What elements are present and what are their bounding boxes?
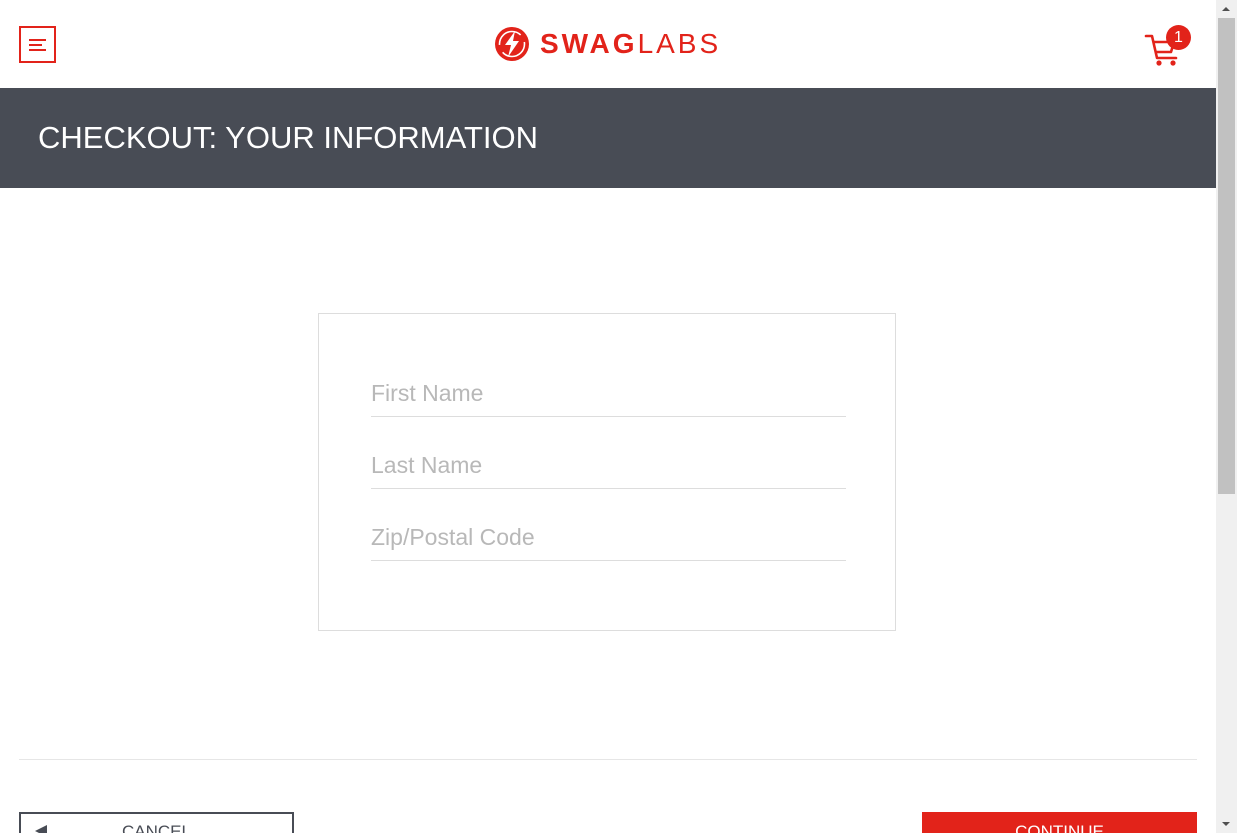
vertical-scrollbar[interactable] <box>1216 0 1237 833</box>
continue-label: CONTINUE <box>1015 822 1104 833</box>
continue-button[interactable]: CONTINUE <box>922 812 1197 833</box>
cart-badge: 1 <box>1166 25 1191 50</box>
postal-code-input[interactable] <box>371 515 846 561</box>
menu-icon-line <box>29 49 46 51</box>
cancel-label: CANCEL <box>122 822 191 833</box>
app-header: SWAGLABS 1 <box>0 0 1216 88</box>
menu-button[interactable] <box>19 26 56 63</box>
logo-text: SWAGLABS <box>540 26 721 62</box>
first-name-input[interactable] <box>371 371 846 417</box>
menu-icon-line <box>29 39 46 41</box>
scroll-up-arrow-icon[interactable] <box>1216 0 1237 17</box>
page-title: CHECKOUT: YOUR INFORMATION <box>38 120 539 155</box>
scroll-down-arrow-icon[interactable] <box>1216 816 1237 833</box>
page-title-bar: CHECKOUT: YOUR INFORMATION <box>0 88 1216 188</box>
checkout-page: SWAGLABS 1 CHECKOUT: YOUR INFORMATION CA… <box>0 0 1237 833</box>
cancel-button[interactable]: CANCEL <box>19 812 294 833</box>
lightning-bolt-icon <box>495 27 529 61</box>
logo-text-bold: SWAG <box>540 28 638 59</box>
scrollbar-thumb[interactable] <box>1218 18 1235 494</box>
logo-text-light: LABS <box>637 28 722 59</box>
footer-divider <box>19 759 1197 760</box>
checkout-info-form <box>318 313 896 631</box>
menu-icon-line <box>29 44 42 46</box>
last-name-input[interactable] <box>371 443 846 489</box>
app-logo: SWAGLABS <box>494 26 721 62</box>
